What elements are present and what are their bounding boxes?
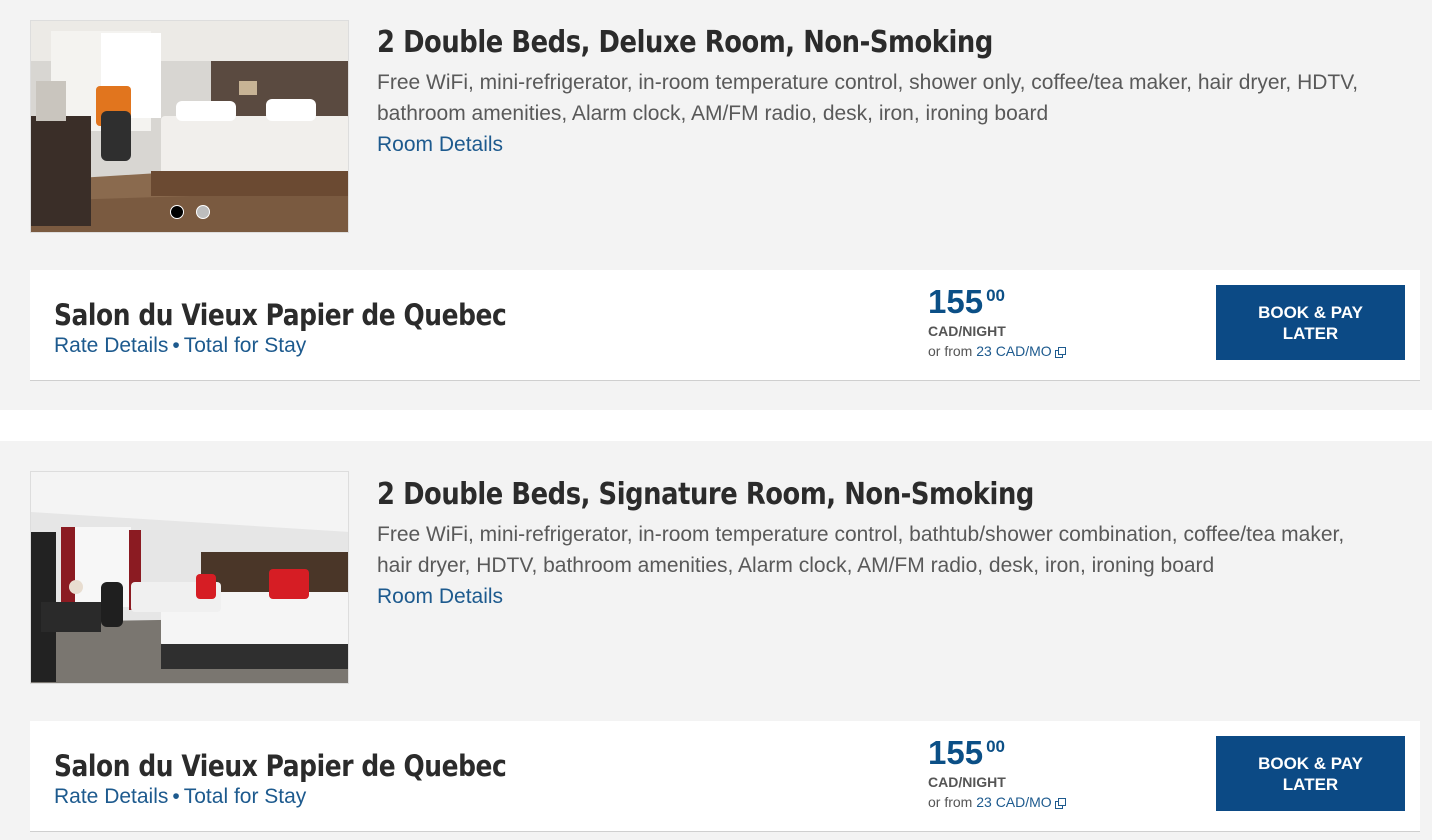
room-photo-signature (31, 472, 348, 683)
rate-details-link[interactable]: Rate Details (54, 334, 168, 357)
price-block: 155 00 CAD/NIGHT or from 23 CAD/MO (928, 283, 1066, 359)
external-link-icon (1054, 347, 1066, 358)
total-for-stay-link[interactable]: Total for Stay (184, 785, 307, 808)
rate-links: Rate Details • Total for Stay (54, 334, 306, 358)
monthly-prefix: or from (928, 343, 973, 359)
book-pay-later-button[interactable]: BOOK & PAY LATER (1216, 285, 1405, 360)
room-amenities: Free WiFi, mini-refrigerator, in-room te… (377, 523, 1345, 577)
price-cents: 00 (986, 286, 1005, 305)
monthly-price: or from 23 CAD/MO (928, 794, 1066, 810)
price-unit: CAD/NIGHT (928, 323, 1006, 339)
price-amount: 155 (928, 734, 984, 771)
rate-card: Salon du Vieux Papier de Quebec Rate Det… (30, 721, 1420, 832)
bullet-separator: • (172, 334, 180, 357)
rate-card: Salon du Vieux Papier de Quebec Rate Det… (30, 270, 1420, 381)
room-photo-container[interactable] (30, 471, 349, 684)
rate-name: Salon du Vieux Papier de Quebec (54, 298, 507, 332)
room-details-link[interactable]: Room Details (377, 581, 503, 612)
room-details-link[interactable]: Room Details (377, 129, 503, 160)
room-info: 2 Double Beds, Signature Room, Non-Smoki… (377, 477, 1377, 612)
room-photo-carousel[interactable] (30, 20, 349, 233)
room-title: 2 Double Beds, Deluxe Room, Non-Smoking (377, 25, 993, 60)
carousel-dots (170, 205, 210, 219)
rate-name: Salon du Vieux Papier de Quebec (54, 749, 507, 783)
price-unit: CAD/NIGHT (928, 774, 1006, 790)
room-info: 2 Double Beds, Deluxe Room, Non-Smoking … (377, 25, 1377, 160)
book-pay-later-button[interactable]: BOOK & PAY LATER (1216, 736, 1405, 811)
room-amenities: Free WiFi, mini-refrigerator, in-room te… (377, 71, 1359, 125)
price-block: 155 00 CAD/NIGHT or from 23 CAD/MO (928, 734, 1066, 810)
monthly-price-link[interactable]: 23 CAD/MO (976, 794, 1051, 810)
rate-links: Rate Details • Total for Stay (54, 785, 306, 809)
room-photo-deluxe (31, 21, 348, 232)
bullet-separator: • (172, 785, 180, 808)
monthly-price-link[interactable]: 23 CAD/MO (976, 343, 1051, 359)
price-amount: 155 (928, 283, 984, 320)
room-card-signature: 2 Double Beds, Signature Room, Non-Smoki… (0, 441, 1432, 840)
carousel-dot-1[interactable] (170, 205, 184, 219)
monthly-prefix: or from (928, 794, 973, 810)
room-card-deluxe: 2 Double Beds, Deluxe Room, Non-Smoking … (0, 0, 1432, 410)
price-cents: 00 (986, 737, 1005, 756)
room-title: 2 Double Beds, Signature Room, Non-Smoki… (377, 477, 1034, 512)
monthly-price: or from 23 CAD/MO (928, 343, 1066, 359)
external-link-icon (1054, 798, 1066, 809)
total-for-stay-link[interactable]: Total for Stay (184, 334, 307, 357)
rate-details-link[interactable]: Rate Details (54, 785, 168, 808)
carousel-dot-2[interactable] (196, 205, 210, 219)
